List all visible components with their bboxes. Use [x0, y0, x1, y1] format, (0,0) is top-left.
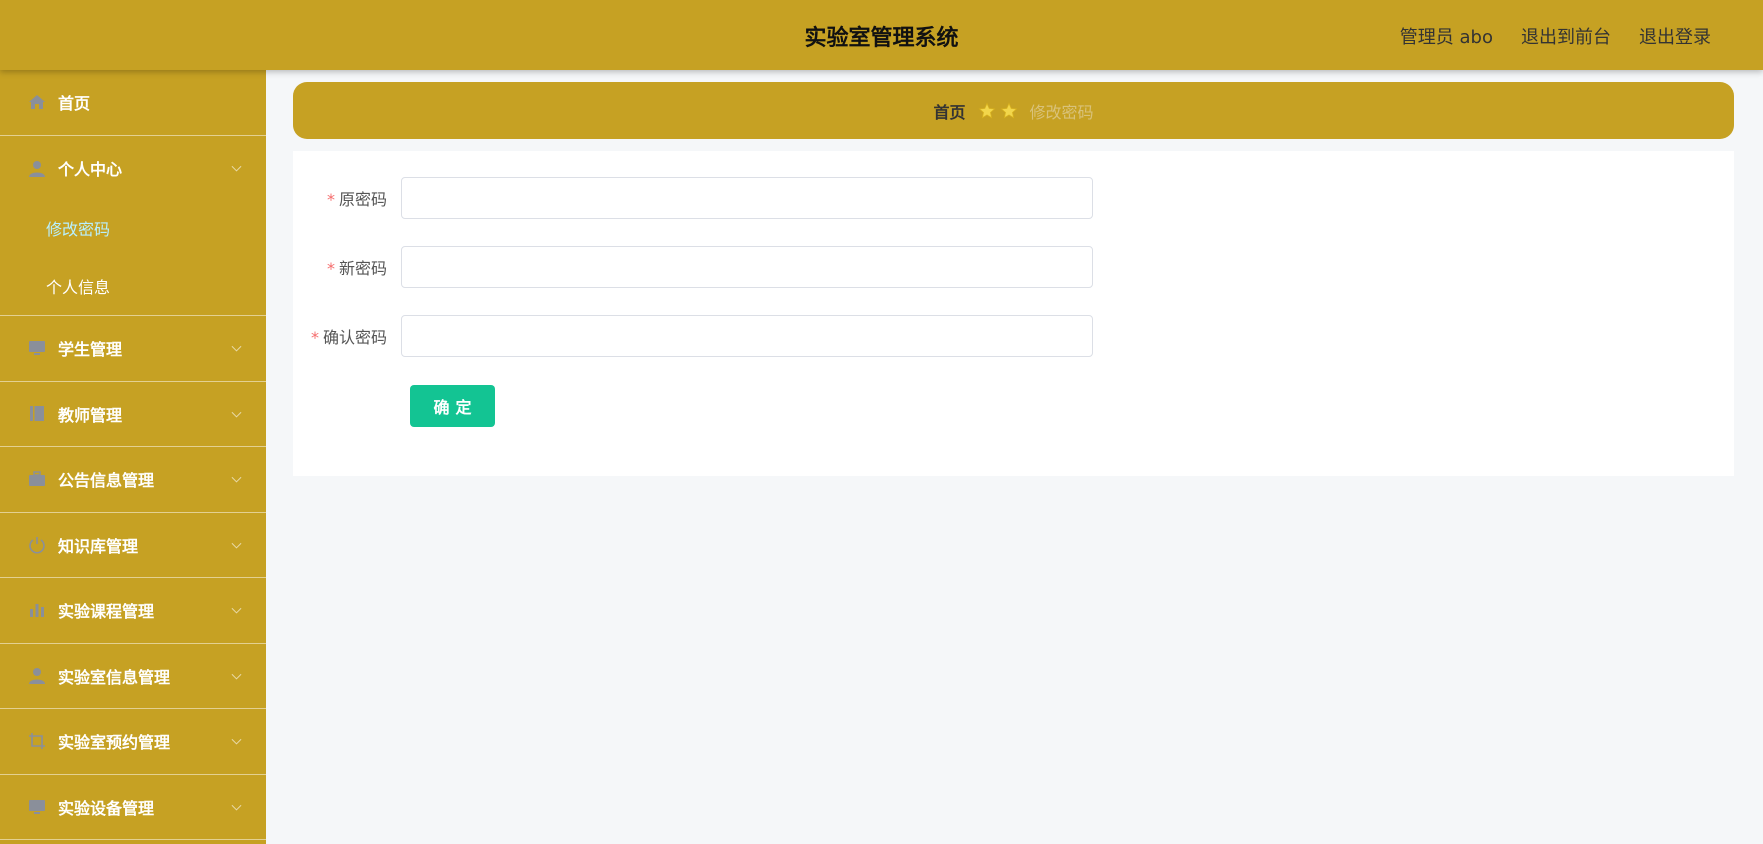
- sidebar: 首页 个人中心 修改密码 个人信息 学生管理 教师管理 公告信息管理 知识库管理…: [0, 70, 266, 844]
- header-actions: 管理员 abo 退出到前台 退出登录: [1400, 23, 1711, 49]
- breadcrumb: 首页 修改密码: [293, 82, 1734, 139]
- confirm-password-label: * 确认密码: [310, 328, 387, 347]
- sidebar-item-personal-center[interactable]: 个人中心: [0, 136, 266, 202]
- current-user-label[interactable]: 管理员 abo: [1400, 23, 1493, 49]
- old-password-input[interactable]: [401, 177, 1093, 219]
- breadcrumb-current: 修改密码: [1029, 102, 1094, 122]
- breadcrumb-home-link[interactable]: 首页: [933, 99, 965, 123]
- sidebar-item-lab-info-management[interactable]: 实验室信息管理: [0, 644, 266, 709]
- sidebar-item-label: 学生管理: [58, 340, 123, 360]
- form-row-new-password: * 新密码: [293, 246, 1093, 288]
- logout-link[interactable]: 退出登录: [1639, 23, 1711, 49]
- power-icon: [28, 536, 46, 554]
- user-icon: [28, 667, 46, 685]
- chevron-down-icon: [231, 407, 242, 418]
- sidebar-item-label: 实验室信息管理: [58, 667, 171, 687]
- sidebar-item-course-management[interactable]: 实验课程管理: [0, 578, 266, 644]
- chevron-down-icon: [231, 800, 242, 811]
- sidebar-item-label: 知识库管理: [58, 536, 139, 556]
- crop-icon: [28, 732, 46, 750]
- chevron-down-icon: [231, 538, 242, 549]
- personal-center-submenu: 修改密码 个人信息: [0, 199, 266, 316]
- star-icon: [978, 102, 995, 119]
- sidebar-item-label: 实验课程管理: [58, 602, 155, 622]
- sidebar-item-label: 首页: [58, 94, 91, 114]
- new-password-label: * 新密码: [326, 259, 387, 278]
- new-password-input[interactable]: [401, 246, 1093, 288]
- submenu-item-change-password[interactable]: 修改密码: [0, 199, 266, 257]
- sidebar-item-student-management[interactable]: 学生管理: [0, 316, 266, 382]
- change-password-form: * 原密码 * 新密码 * 确认密码 确定: [293, 151, 1734, 476]
- sidebar-item-label: 公告信息管理: [58, 471, 155, 491]
- main-content: 首页 修改密码 * 原密码 * 新密码 * 确认密码 确定: [266, 70, 1763, 844]
- book-icon: [28, 405, 46, 423]
- home-icon: [28, 93, 46, 111]
- briefcase-icon: [28, 470, 46, 488]
- chevron-down-icon: [231, 161, 242, 172]
- old-password-label: * 原密码: [326, 190, 387, 209]
- sidebar-item-teacher-management[interactable]: 教师管理: [0, 382, 266, 447]
- form-row-old-password: * 原密码: [293, 177, 1093, 219]
- top-header: 实验室管理系统 管理员 abo 退出到前台 退出登录: [0, 0, 1763, 70]
- back-to-front-link[interactable]: 退出到前台: [1521, 23, 1611, 49]
- sidebar-item-lab-reservation[interactable]: 实验室预约管理: [0, 709, 266, 775]
- required-mark: *: [310, 328, 319, 347]
- user-icon: [28, 159, 46, 177]
- sidebar-item-equipment-management[interactable]: 实验设备管理: [0, 775, 266, 840]
- chevron-down-icon: [231, 734, 242, 745]
- sidebar-item-knowledge-base[interactable]: 知识库管理: [0, 513, 266, 578]
- sidebar-item-notice-management[interactable]: 公告信息管理: [0, 447, 266, 513]
- submit-button[interactable]: 确定: [410, 385, 495, 427]
- sidebar-item-label: 教师管理: [58, 405, 123, 425]
- submenu-item-personal-info[interactable]: 个人信息: [0, 257, 266, 315]
- sidebar-item-label: 实验室预约管理: [58, 733, 171, 753]
- confirm-password-input[interactable]: [401, 315, 1093, 357]
- chevron-down-icon: [231, 472, 242, 483]
- required-mark: *: [326, 190, 335, 209]
- chevron-down-icon: [231, 669, 242, 680]
- sidebar-item-label: 实验设备管理: [58, 798, 155, 818]
- monitor-icon: [28, 798, 46, 816]
- chevron-down-icon: [231, 603, 242, 614]
- bar-chart-icon: [28, 601, 46, 619]
- chevron-down-icon: [231, 341, 242, 352]
- sidebar-item-label: 个人中心: [58, 160, 123, 180]
- breadcrumb-separator: [978, 102, 1018, 120]
- required-mark: *: [326, 259, 335, 278]
- form-row-confirm-password: * 确认密码: [293, 315, 1093, 357]
- sidebar-item-home[interactable]: 首页: [0, 70, 266, 136]
- monitor-icon: [28, 339, 46, 357]
- star-icon: [1000, 102, 1017, 119]
